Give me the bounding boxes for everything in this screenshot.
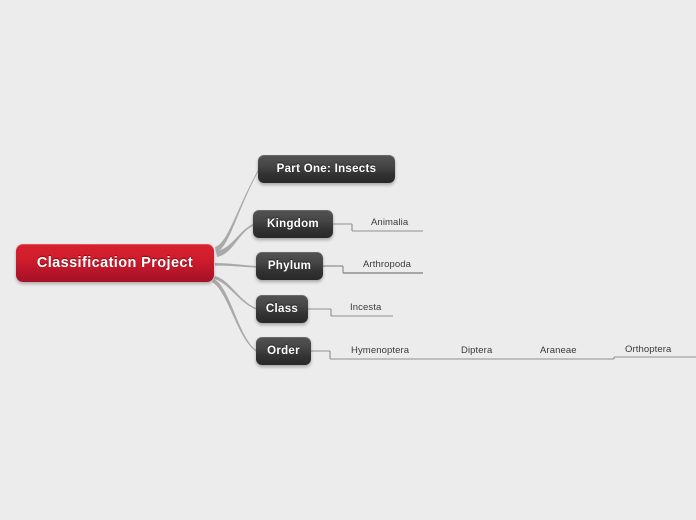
leaf-label-orthoptera[interactable]: Orthoptera [625,344,671,355]
branch-node-part-one[interactable]: Part One: Insects [258,155,395,183]
connector-root-to-kingdom [216,224,253,257]
branch-node-label: Order [267,345,300,357]
mindmap-canvas: Classification Project Part One: Insects… [0,0,696,520]
leaf-label-animalia[interactable]: Animalia [371,217,408,228]
branch-node-label: Part One: Insects [276,163,377,175]
connector-root-to-phylum [215,263,256,268]
branch-node-label: Class [265,303,299,315]
branch-node-kingdom[interactable]: Kingdom [253,210,333,238]
leaf-label-arthropoda[interactable]: Arthropoda [363,259,411,270]
connector-root-to-order [212,279,256,352]
branch-node-order[interactable]: Order [256,337,311,365]
branch-node-label: Kingdom [267,218,319,230]
branch-node-class[interactable]: Class [256,295,308,323]
leaf-label-diptera[interactable]: Diptera [461,345,492,356]
connector-root-to-class [214,276,256,310]
leaf-label-hymenoptera[interactable]: Hymenoptera [351,345,409,356]
root-node[interactable]: Classification Project [16,244,214,282]
leaf-label-incesta[interactable]: Incesta [350,302,381,313]
leaf-label-araneae[interactable]: Araneae [540,345,577,356]
branch-node-label: Phylum [267,260,312,272]
branch-node-phylum[interactable]: Phylum [256,252,323,280]
connector-root-to-part-one [215,170,258,253]
root-node-label: Classification Project [36,255,194,271]
